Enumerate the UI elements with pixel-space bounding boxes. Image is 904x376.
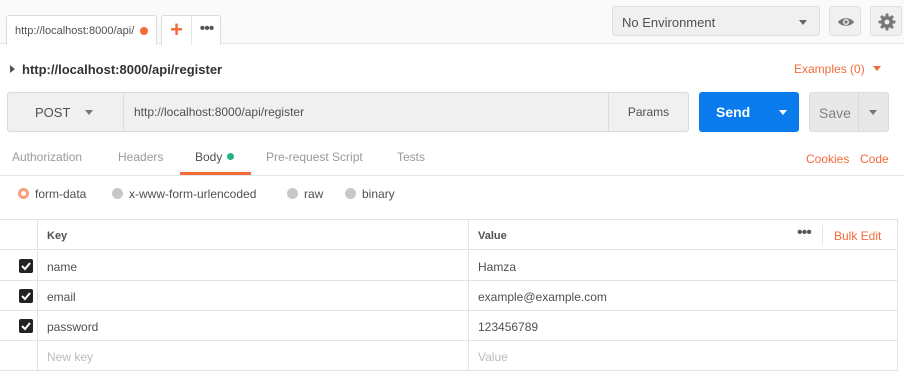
- gear-icon: [878, 13, 896, 31]
- value-value: example@example.com: [478, 290, 607, 304]
- form-data-table: Key Value ••• Bulk Edit name Hamza email…: [0, 219, 898, 371]
- chevron-down-icon[interactable]: [869, 110, 877, 115]
- row-checkbox[interactable]: [19, 259, 33, 273]
- environment-select-value: No Environment: [622, 15, 716, 30]
- request-name[interactable]: http://localhost:8000/api/register: [10, 62, 222, 77]
- row-check-cell: [0, 281, 38, 310]
- expand-triangle-icon[interactable]: [10, 65, 15, 73]
- examples-dropdown[interactable]: Examples (0): [794, 62, 881, 76]
- tab-tools: + •••: [161, 15, 221, 45]
- key-value: name: [47, 260, 78, 274]
- table-row-new: New key Value: [0, 341, 898, 371]
- request-name-label: http://localhost:8000/api/register: [22, 62, 223, 77]
- environment-select[interactable]: No Environment: [612, 6, 820, 36]
- new-key-input[interactable]: New key: [39, 341, 469, 370]
- tab-headers[interactable]: Headers: [118, 150, 163, 164]
- table-header-row: Key Value ••• Bulk Edit: [0, 220, 898, 250]
- table-row: name Hamza: [0, 251, 898, 281]
- key-value: email: [47, 290, 76, 304]
- cookies-link[interactable]: Cookies: [806, 152, 849, 166]
- unsaved-indicator-icon: [140, 27, 148, 35]
- key-cell[interactable]: email: [39, 281, 469, 310]
- tab-pre-request-script[interactable]: Pre-request Script: [266, 150, 363, 164]
- tab-bar: http://localhost:8000/api/register + •••…: [0, 0, 904, 45]
- table-row: email example@example.com: [0, 281, 898, 311]
- save-button-label: Save: [819, 105, 851, 121]
- table-row: password 123456789: [0, 311, 898, 341]
- body-mode-binary[interactable]: binary: [345, 187, 395, 201]
- body-mode-raw[interactable]: raw: [287, 187, 323, 201]
- body-mode-label: raw: [304, 187, 324, 201]
- examples-label: Examples (0): [794, 62, 865, 76]
- body-mode-urlencoded[interactable]: x-www-form-urlencoded: [112, 187, 256, 201]
- value-value: Hamza: [478, 260, 517, 274]
- active-tab-indicator: [180, 172, 251, 175]
- row-check-cell: [0, 311, 38, 340]
- url-input[interactable]: [124, 93, 608, 131]
- new-value-placeholder: Value: [478, 350, 508, 364]
- request-tabs: Authorization Headers Body Pre-request S…: [0, 140, 904, 176]
- manage-environments-button[interactable]: [870, 6, 902, 36]
- tab-authorization[interactable]: Authorization: [12, 150, 82, 164]
- row-check-cell: [0, 251, 38, 280]
- tab-tests[interactable]: Tests: [397, 150, 425, 164]
- checkmark-icon: [21, 322, 31, 331]
- params-button[interactable]: Params: [608, 93, 688, 131]
- eye-icon: [838, 18, 854, 26]
- chevron-down-icon: [85, 110, 93, 115]
- radio-icon[interactable]: [112, 188, 123, 199]
- divider: [822, 225, 823, 245]
- row-checkbox[interactable]: [19, 289, 33, 303]
- tab-body[interactable]: Body: [195, 150, 235, 164]
- row-check-cell: [0, 341, 38, 370]
- key-value: password: [47, 320, 99, 334]
- chevron-down-icon: [872, 66, 881, 71]
- radio-icon[interactable]: [345, 188, 356, 199]
- new-tab-plus-icon[interactable]: +: [162, 16, 192, 45]
- key-cell[interactable]: name: [39, 251, 469, 280]
- key-cell[interactable]: password: [39, 311, 469, 340]
- radio-icon[interactable]: [287, 188, 298, 199]
- url-bar: POST Params: [7, 92, 689, 132]
- more-options-icon[interactable]: •••: [797, 224, 812, 242]
- key-header-label: Key: [47, 230, 68, 242]
- chevron-down-icon[interactable]: [779, 110, 787, 115]
- new-value-input[interactable]: Value: [470, 341, 898, 370]
- chevron-down-icon: [799, 20, 807, 25]
- value-header-label: Value: [478, 230, 507, 242]
- value-cell[interactable]: example@example.com: [470, 281, 898, 310]
- body-mode-label: x-www-form-urlencoded: [129, 187, 257, 201]
- checkmark-icon: [21, 262, 31, 271]
- body-mode-label: binary: [362, 187, 395, 201]
- tab-more-icon[interactable]: •••: [192, 16, 221, 45]
- bulk-edit-link[interactable]: Bulk Edit: [834, 229, 881, 243]
- body-mode-label: form-data: [35, 187, 87, 201]
- send-button-label: Send: [716, 104, 751, 120]
- method-select[interactable]: POST: [8, 93, 124, 131]
- header-check-cell: [0, 220, 38, 249]
- body-set-indicator-icon: [227, 153, 235, 160]
- radio-selected-icon[interactable]: [18, 188, 29, 199]
- body-mode-form-data[interactable]: form-data: [18, 187, 86, 201]
- new-key-placeholder: New key: [47, 350, 94, 364]
- request-tab[interactable]: http://localhost:8000/api/register: [6, 15, 157, 45]
- environment-quick-look-button[interactable]: [829, 6, 861, 36]
- request-tab-label: http://localhost:8000/api/register: [15, 25, 135, 37]
- value-value: 123456789: [478, 320, 539, 334]
- save-button[interactable]: Save: [809, 92, 889, 132]
- code-link[interactable]: Code: [860, 152, 889, 166]
- tab-body-label: Body: [195, 150, 223, 164]
- send-button[interactable]: Send: [699, 92, 799, 132]
- row-checkbox[interactable]: [19, 319, 33, 333]
- method-select-value: POST: [35, 105, 71, 120]
- checkmark-icon: [21, 292, 31, 301]
- key-column-header: Key: [39, 220, 469, 249]
- value-cell[interactable]: 123456789: [470, 311, 898, 340]
- divider: [858, 93, 859, 131]
- value-cell[interactable]: Hamza: [470, 251, 898, 280]
